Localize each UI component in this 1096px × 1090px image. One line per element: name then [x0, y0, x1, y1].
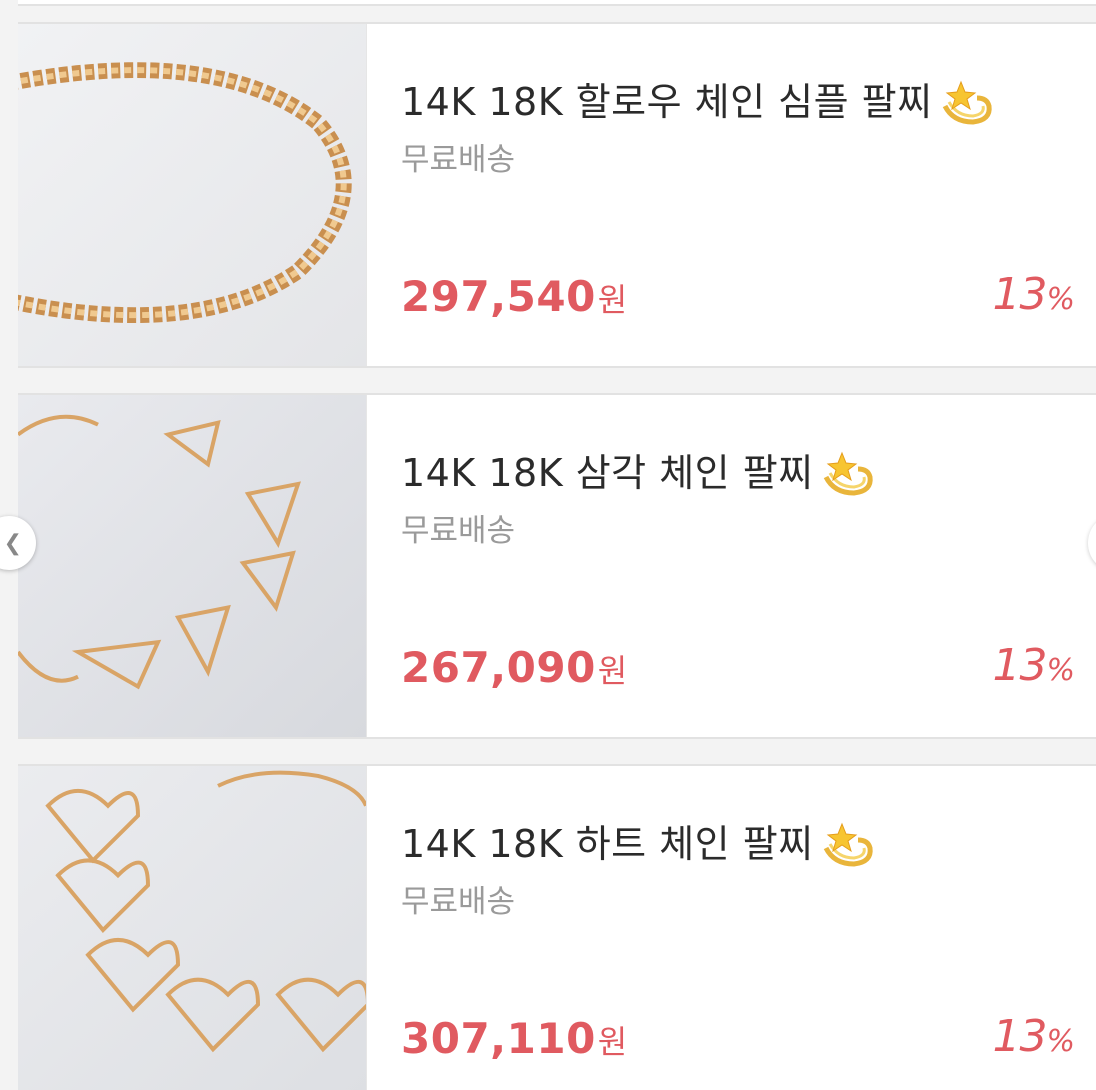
price-currency: 원 [597, 1023, 628, 1061]
shipping-label: 무료배송 [401, 884, 516, 920]
price-value: 297,540 [401, 272, 596, 321]
discount-rate: 13% [992, 1010, 1074, 1069]
discount-unit: % [1046, 653, 1074, 688]
discount-unit: % [1046, 282, 1074, 317]
price-currency: 원 [597, 281, 628, 319]
product-image[interactable] [18, 766, 367, 1090]
discount-rate: 13% [992, 268, 1074, 327]
product-title-text[interactable]: 14K 18K 하트 체인 팔찌 [401, 820, 814, 868]
dizzy-star-icon [823, 822, 873, 867]
product-card[interactable]: 14K 18K 할로우 체인 심플 팔찌 무료배송 297,540원 13% [18, 22, 1096, 368]
price: 307,110원 [401, 1012, 627, 1075]
dizzy-star-icon [942, 80, 992, 125]
product-card[interactable]: 14K 18K 하트 체인 팔찌 무료배송 307,110원 13% [18, 764, 1096, 1090]
price-value: 267,090 [401, 643, 596, 692]
price: 297,540원 [401, 270, 627, 333]
product-image[interactable] [18, 24, 367, 366]
shipping-label: 무료배송 [401, 142, 516, 178]
previous-card-edge [18, 0, 1096, 6]
product-image[interactable] [18, 395, 367, 737]
shipping-label: 무료배송 [401, 513, 516, 549]
product-title[interactable]: 14K 18K 하트 체인 팔찌 [401, 818, 876, 870]
discount-unit: % [1046, 1024, 1074, 1059]
discount-rate: 13% [992, 639, 1074, 698]
product-list-page: 14K 18K 할로우 체인 심플 팔찌 무료배송 297,540원 13% 1… [0, 0, 1096, 1090]
product-title[interactable]: 14K 18K 할로우 체인 심플 팔찌 [401, 76, 995, 128]
price-value: 307,110 [401, 1014, 596, 1063]
product-info: 14K 18K 할로우 체인 심플 팔찌 무료배송 297,540원 13% [367, 24, 1096, 366]
discount-value: 13 [992, 1011, 1047, 1062]
discount-value: 13 [992, 640, 1047, 691]
price: 267,090원 [401, 641, 627, 704]
chevron-left-icon: ❮ [3, 530, 22, 556]
product-title-text[interactable]: 14K 18K 할로우 체인 심플 팔찌 [401, 78, 933, 126]
price-currency: 원 [597, 652, 628, 690]
discount-value: 13 [992, 269, 1047, 320]
dizzy-star-icon [823, 451, 873, 496]
product-info: 14K 18K 삼각 체인 팔찌 무료배송 267,090원 13% [367, 395, 1096, 737]
product-card[interactable]: 14K 18K 삼각 체인 팔찌 무료배송 267,090원 13% [18, 393, 1096, 739]
product-info: 14K 18K 하트 체인 팔찌 무료배송 307,110원 13% [367, 766, 1096, 1090]
product-title-text[interactable]: 14K 18K 삼각 체인 팔찌 [401, 449, 814, 497]
product-title[interactable]: 14K 18K 삼각 체인 팔찌 [401, 447, 876, 499]
